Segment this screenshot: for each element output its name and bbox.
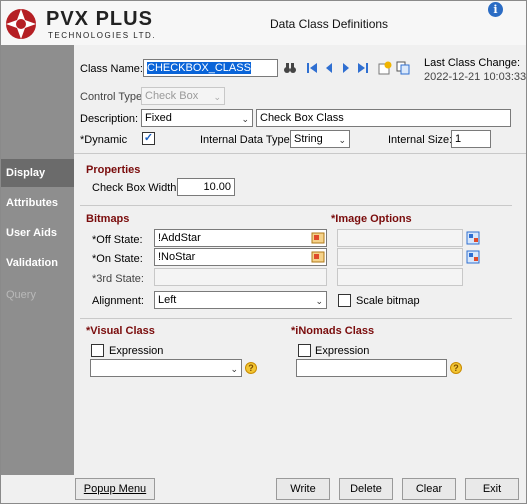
description-mode-select[interactable]: Fixed ⌄ [141,109,253,127]
divider [80,318,512,319]
scale-bitmap-label: Scale bitmap [356,295,420,307]
image-options-icon[interactable] [466,250,480,264]
dynamic-label: *Dynamic [80,134,128,146]
last-change-label: Last Class Change: [424,57,520,69]
brand-name: PVX PLUS [46,8,153,30]
visual-expression-label: Expression [109,345,164,357]
control-type-label: Control Type: [80,91,146,103]
exit-button[interactable]: Exit [465,478,519,500]
delete-button[interactable]: Delete [339,478,393,500]
tab-user-aids[interactable]: User Aids [1,219,74,247]
description-label: Description: [80,113,139,125]
class-name-input[interactable]: CHECKBOX_CLASS [143,59,278,77]
image-options-heading: *Image Options [331,213,412,225]
tab-validation[interactable]: Validation [1,249,74,277]
dynamic-checkbox[interactable]: ✓ [142,132,155,145]
third-state-label: *3rd State: [92,273,144,285]
third-image-option-input [337,268,463,286]
third-state-input [154,268,327,286]
divider [74,153,526,154]
divider [80,205,512,206]
tab-display[interactable]: Display [1,159,74,187]
visual-expression-checkbox[interactable] [91,344,104,357]
internal-type-label: Internal Data Type: [200,134,293,146]
copy-record-icon[interactable] [396,61,410,75]
inomads-class-heading: *iNomads Class [291,325,375,337]
new-record-icon[interactable] [378,61,392,75]
browse-bitmap-icon[interactable] [311,250,325,264]
bitmaps-heading: Bitmaps [86,213,130,225]
control-type-select: Check Box ⌄ [141,87,225,105]
pvx-logo-icon [4,7,38,41]
image-options-icon[interactable] [466,231,480,245]
brand-subtitle: TECHNOLOGIES LTD. [48,31,157,40]
write-button[interactable]: Write [276,478,330,500]
inomads-expression-label: Expression [315,345,370,357]
on-state-input[interactable]: !NoStar [154,248,327,266]
alignment-select[interactable]: Left ⌄ [154,291,327,309]
internal-size-label: Internal Size: [388,134,453,146]
previous-record-icon[interactable] [322,61,336,75]
properties-heading: Properties [86,164,141,176]
next-record-icon[interactable] [339,61,353,75]
description-input[interactable]: Check Box Class [256,109,511,127]
tab-attributes[interactable]: Attributes [1,189,74,217]
on-state-label: *On State: [92,253,143,265]
clear-button[interactable]: Clear [402,478,456,500]
alignment-label: Alignment: [92,295,144,307]
scale-bitmap-checkbox[interactable] [338,294,351,307]
last-change-value: 2022-12-21 10:03:33 [424,71,527,83]
browse-bitmap-icon[interactable] [311,231,325,245]
inomads-expression-checkbox[interactable] [298,344,311,357]
last-record-icon[interactable] [356,61,370,75]
class-name-label: Class Name: [80,63,143,75]
off-state-input[interactable]: !AddStar [154,229,327,247]
visual-class-select[interactable]: ⌄ [90,359,242,377]
internal-size-input[interactable]: 1 [451,130,491,148]
info-icon[interactable]: i [488,2,503,17]
internal-type-select[interactable]: String ⌄ [290,130,350,148]
window-title: Data Class Definitions [270,17,389,31]
on-image-option-input [337,248,463,266]
checkbox-width-input[interactable]: 10.00 [177,178,235,196]
popup-menu-button[interactable]: Popup Menu [75,478,155,500]
binoculars-icon[interactable] [283,61,297,75]
help-query-icon[interactable]: ? [245,362,257,374]
checkbox-width-label: Check Box Width: [92,182,180,194]
first-record-icon[interactable] [305,61,319,75]
help-query-icon[interactable]: ? [450,362,462,374]
inomads-class-input[interactable] [296,359,447,377]
off-state-label: *Off State: [92,234,143,246]
tab-query: Query [6,289,36,301]
off-image-option-input [337,229,463,247]
visual-class-heading: *Visual Class [86,325,155,337]
